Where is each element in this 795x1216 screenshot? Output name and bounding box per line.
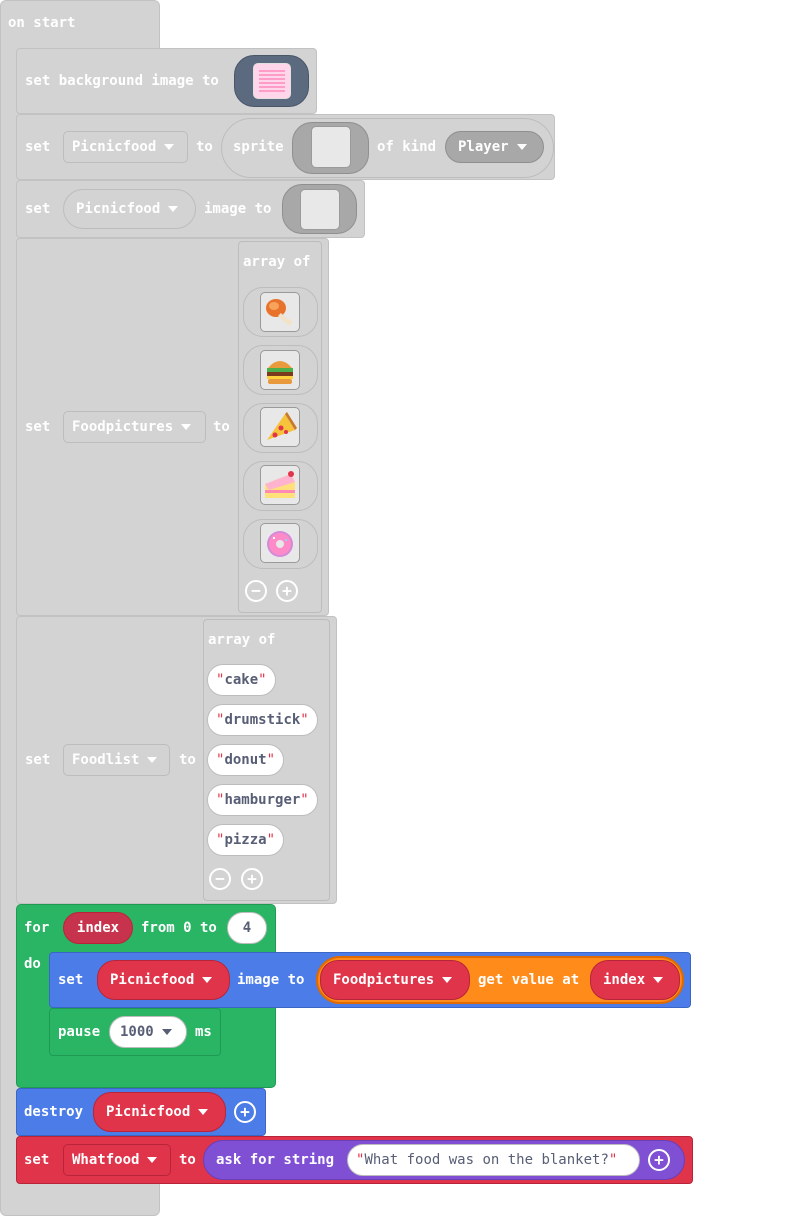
chevron-down-icon — [198, 1109, 209, 1115]
to-label: to — [196, 139, 213, 155]
pause-label: pause — [58, 1024, 101, 1040]
index-variable-dropdown[interactable]: index — [590, 960, 680, 1000]
picnicfood-variable-dropdown[interactable]: Picnicfood — [63, 131, 188, 163]
string-value: cake — [224, 672, 259, 688]
string-value: donut — [224, 752, 267, 768]
foodlist-variable-dropdown[interactable]: Foodlist — [63, 744, 170, 776]
from-label: from 0 to — [141, 920, 217, 936]
set-label: set — [25, 201, 51, 217]
variable-name: Whatfood — [72, 1152, 140, 1168]
chevron-down-icon — [147, 1157, 158, 1163]
loop-end-input[interactable]: 4 — [227, 912, 267, 944]
set-label: set — [25, 752, 51, 768]
pink-grid-image-icon — [253, 63, 291, 99]
blank-sprite-image-icon — [311, 126, 351, 168]
whatfood-variable-dropdown[interactable]: Whatfood — [63, 1144, 171, 1176]
variable-name: index — [603, 972, 646, 988]
foodpictures-variable-dropdown[interactable]: Foodpictures — [63, 411, 206, 443]
image-to-label: image to — [204, 201, 272, 217]
number-value: 1000 — [120, 1024, 154, 1040]
get-value-at-label: get value at — [478, 972, 580, 988]
string-item-hamburger[interactable]: " hamburger " — [207, 784, 318, 816]
variable-name: Picnicfood — [72, 139, 157, 155]
set-label: set — [58, 972, 84, 988]
prompt-string-input[interactable]: " What food was on the blanket? " — [347, 1144, 640, 1176]
add-parameter-icon[interactable]: + — [234, 1101, 256, 1123]
drumstick-icon — [260, 292, 300, 332]
set-label: set — [25, 139, 51, 155]
of-kind-label: of kind — [377, 139, 437, 155]
chevron-down-icon — [164, 144, 175, 150]
string-value: drumstick — [224, 712, 301, 728]
to-label: to — [179, 752, 196, 768]
remove-item-icon[interactable]: − — [209, 868, 231, 890]
hamburger-icon — [260, 350, 300, 390]
pizza-icon — [260, 407, 300, 447]
kind-dropdown[interactable]: Player — [445, 131, 544, 163]
chevron-down-icon — [161, 1029, 172, 1035]
chevron-down-icon — [653, 977, 664, 983]
index-variable-pill[interactable]: index — [63, 912, 133, 944]
chevron-down-icon — [181, 424, 192, 430]
to-label: to — [179, 1152, 196, 1168]
pause-duration-dropdown[interactable]: 1000 — [109, 1016, 187, 1048]
add-item-icon[interactable]: + — [276, 580, 298, 602]
variable-name: Foodlist — [72, 752, 140, 768]
image-to-label: image to — [237, 972, 305, 988]
number-value: 4 — [242, 920, 252, 936]
set-label: set — [25, 419, 51, 435]
add-parameter-icon[interactable]: + — [648, 1149, 670, 1171]
variable-name: Picnicfood — [110, 972, 195, 988]
picnicfood-variable-pill[interactable]: Picnicfood — [97, 960, 230, 1000]
do-label: do — [24, 956, 41, 972]
foodpictures-variable-pill[interactable]: Foodpictures — [320, 960, 470, 1000]
chevron-down-icon — [168, 206, 179, 212]
picnicfood-variable-pill[interactable]: Picnicfood — [93, 1092, 226, 1132]
variable-name: Foodpictures — [333, 972, 435, 988]
cake-icon — [260, 465, 300, 505]
set-label: set — [24, 1152, 50, 1168]
chevron-down-icon — [202, 977, 213, 983]
picnicfood-variable-pill[interactable]: Picnicfood — [63, 189, 196, 229]
blank-image-icon — [300, 189, 340, 230]
chevron-down-icon — [516, 144, 527, 150]
string-item-drumstick[interactable]: " drumstick " — [207, 704, 318, 736]
donut-icon — [260, 523, 300, 563]
for-label: for — [24, 920, 50, 936]
set-background-label: set background image to — [25, 73, 219, 89]
string-value: hamburger — [224, 792, 301, 808]
destroy-label: destroy — [24, 1104, 84, 1120]
array-of-label: array of — [243, 254, 311, 270]
variable-name: Picnicfood — [76, 201, 161, 217]
variable-name: index — [76, 920, 120, 936]
sprite-label: sprite — [233, 139, 284, 155]
string-item-donut[interactable]: " donut " — [207, 744, 285, 776]
string-value: What food was on the blanket? — [364, 1152, 609, 1168]
add-item-icon[interactable]: + — [241, 868, 263, 890]
string-value: pizza — [224, 832, 267, 848]
ask-for-string-label: ask for string — [216, 1152, 335, 1168]
ms-label: ms — [195, 1024, 212, 1040]
variable-name: Foodpictures — [72, 419, 174, 435]
string-item-cake[interactable]: " cake " — [207, 664, 276, 696]
chevron-down-icon — [147, 757, 158, 763]
chevron-down-icon — [442, 977, 453, 983]
on-start-label: on start — [8, 15, 76, 31]
remove-item-icon[interactable]: − — [245, 580, 267, 602]
kind-value: Player — [458, 139, 509, 155]
array-of-label: array of — [208, 632, 276, 648]
string-item-pizza[interactable]: " pizza " — [207, 824, 285, 856]
to-label: to — [213, 419, 230, 435]
variable-name: Picnicfood — [106, 1104, 191, 1120]
